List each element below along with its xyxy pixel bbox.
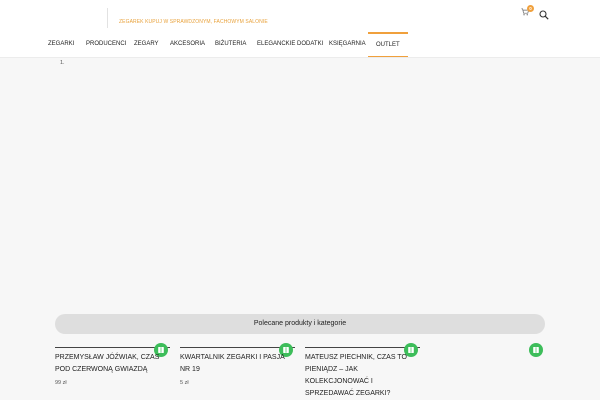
main-navigation: Zegarki Producenci Zegary Akcesoria Biżu… [0, 32, 600, 58]
product-badge[interactable] [529, 343, 543, 357]
nav-item-zegarki[interactable]: Zegarki [48, 32, 74, 57]
nav-item-outlet[interactable]: Outlet [368, 32, 408, 57]
book-icon [533, 347, 539, 353]
featured-section-heading: Polecane produkty i kategorie [55, 314, 545, 334]
card-divider [55, 347, 170, 348]
nav-item-producenci[interactable]: Producenci [86, 32, 126, 57]
nav-item-bizuteria[interactable]: Biżuteria [215, 32, 246, 57]
product-price: 5 zł [180, 380, 189, 386]
product-title[interactable]: Kwartalnik Zegarki i Pasja nr 19 [180, 352, 292, 376]
product-title[interactable]: Mateusz Piechnik, Czas to pieniądz – jak… [305, 352, 417, 400]
nav-item-eleganckie-dodatki[interactable]: Eleganckie dodatki [257, 32, 323, 57]
nav-item-akcesoria[interactable]: Akcesoria [170, 32, 205, 57]
pager-label: 1. [60, 60, 65, 66]
card-divider [180, 347, 295, 348]
nav-item-zegary[interactable]: Zegary [134, 32, 159, 57]
search-icon [539, 10, 549, 20]
card-divider [305, 347, 420, 348]
product-title[interactable]: Przemysław Jóźwiak, Czas pod czerwoną gw… [55, 352, 167, 376]
search-button[interactable] [539, 7, 549, 20]
main-content: 1. Polecane produkty i kategorie Przemys… [0, 58, 600, 400]
nav-item-ksiegarnia[interactable]: Księgarnia [329, 32, 366, 57]
site-header: Zegarek kupuj w sprawdzonym, fachowym sa… [0, 0, 600, 32]
header-tagline: Zegarek kupuj w sprawdzonym, fachowym sa… [119, 19, 268, 25]
product-price: 99 zł [55, 380, 67, 386]
logo-divider [107, 8, 108, 28]
cart-button[interactable]: 0 [521, 5, 535, 19]
cart-count-badge: 0 [527, 5, 534, 12]
